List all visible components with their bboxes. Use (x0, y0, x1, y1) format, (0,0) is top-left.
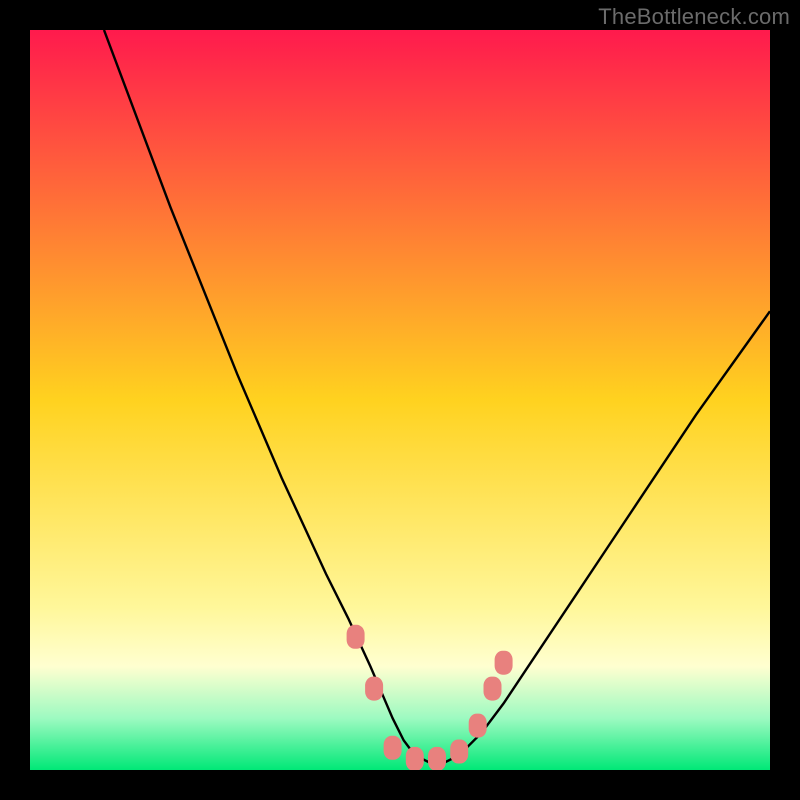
threshold-marker (384, 736, 402, 760)
threshold-marker (428, 747, 446, 770)
threshold-marker (365, 677, 383, 701)
chart-background (30, 30, 770, 770)
threshold-marker (495, 651, 513, 675)
chart-frame: TheBottleneck.com (0, 0, 800, 800)
threshold-marker (469, 714, 487, 738)
threshold-marker (484, 677, 502, 701)
threshold-marker (450, 740, 468, 764)
watermark-text: TheBottleneck.com (598, 4, 790, 30)
chart-plot-area (30, 30, 770, 770)
chart-svg (30, 30, 770, 770)
threshold-marker (347, 625, 365, 649)
threshold-marker (406, 747, 424, 770)
